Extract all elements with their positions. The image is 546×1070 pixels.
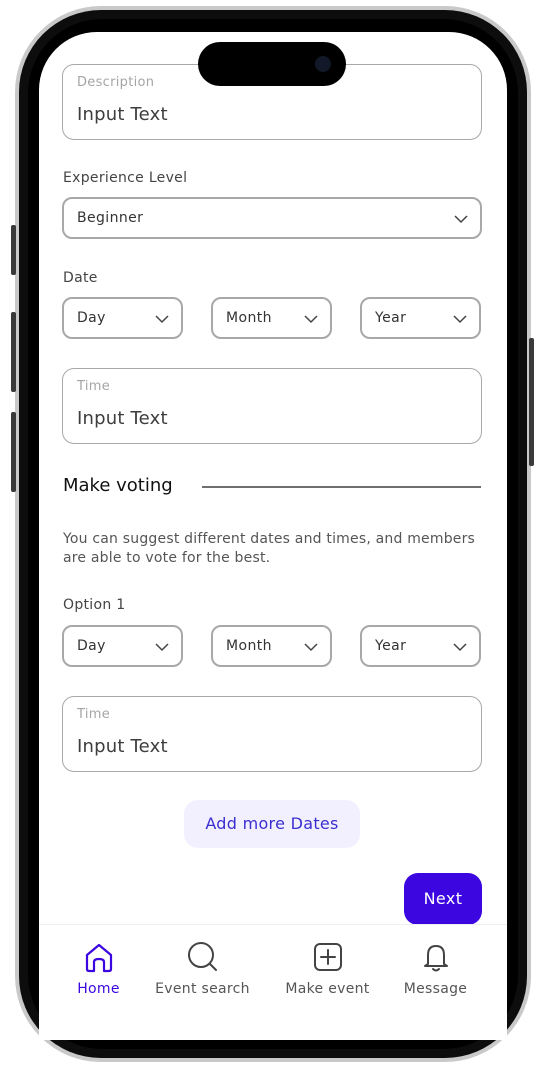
- tab-event-search[interactable]: Event search: [144, 925, 261, 1015]
- option-1-label: Option 1: [63, 597, 126, 613]
- tab-make-event[interactable]: Make event: [269, 925, 386, 1015]
- date-year-select[interactable]: Year: [360, 297, 481, 339]
- description-input[interactable]: Input Text: [77, 104, 168, 125]
- tab-message-label: Message: [403, 981, 468, 997]
- option-1-year-value: Year: [375, 638, 407, 654]
- voting-description: You can suggest different dates and time…: [63, 531, 476, 566]
- phone-power-button: [529, 338, 534, 466]
- date-month-select[interactable]: Month: [211, 297, 332, 339]
- make-voting-heading: Make voting: [63, 475, 173, 496]
- description-label: Description: [77, 75, 155, 90]
- option-1-time-field[interactable]: Time Input Text: [62, 696, 482, 772]
- search-icon: [187, 942, 217, 971]
- date-month-value: Month: [226, 310, 272, 326]
- section-divider: [202, 486, 481, 488]
- plus-square-icon: [313, 943, 342, 971]
- option-1-day-value: Day: [77, 638, 106, 654]
- date-year-value: Year: [375, 310, 407, 326]
- chevron-down-icon: [155, 643, 169, 652]
- experience-level-select[interactable]: Beginner: [62, 197, 482, 239]
- phone-volume-up-button: [11, 312, 16, 392]
- add-more-dates-button[interactable]: Add more Dates: [184, 800, 360, 848]
- next-button[interactable]: Next: [404, 873, 482, 925]
- chevron-down-icon: [454, 215, 468, 224]
- chevron-down-icon: [453, 315, 467, 324]
- tab-event-search-label: Event search: [155, 981, 250, 997]
- bell-icon: [423, 945, 448, 972]
- tab-message[interactable]: Message: [377, 925, 494, 1015]
- phone-action-button: [11, 225, 16, 275]
- option-1-time-label: Time: [77, 707, 111, 722]
- tab-home-label: Home: [77, 981, 120, 997]
- option-1-month-select[interactable]: Month: [211, 625, 332, 667]
- date-day-select[interactable]: Day: [62, 297, 183, 339]
- date-day-value: Day: [77, 310, 106, 326]
- chevron-down-icon: [304, 643, 318, 652]
- chevron-down-icon: [453, 643, 467, 652]
- experience-level-label: Experience Level: [63, 170, 188, 186]
- time-input[interactable]: Input Text: [77, 408, 168, 429]
- option-1-time-input[interactable]: Input Text: [77, 736, 168, 757]
- chevron-down-icon: [304, 315, 318, 324]
- experience-level-value: Beginner: [77, 210, 144, 226]
- phone-volume-down-button: [11, 412, 16, 492]
- time-field[interactable]: Time Input Text: [62, 368, 482, 444]
- time-label: Time: [77, 379, 111, 394]
- option-1-year-select[interactable]: Year: [360, 625, 481, 667]
- option-1-day-select[interactable]: Day: [62, 625, 183, 667]
- bottom-tab-bar: Home Event search Make event Message: [39, 924, 507, 1040]
- date-label: Date: [63, 270, 98, 286]
- option-1-month-value: Month: [226, 638, 272, 654]
- tab-make-event-label: Make event: [285, 981, 370, 997]
- chevron-down-icon: [155, 315, 169, 324]
- camera-icon: [315, 56, 331, 72]
- home-icon: [85, 943, 112, 973]
- tab-home[interactable]: Home: [40, 925, 157, 1015]
